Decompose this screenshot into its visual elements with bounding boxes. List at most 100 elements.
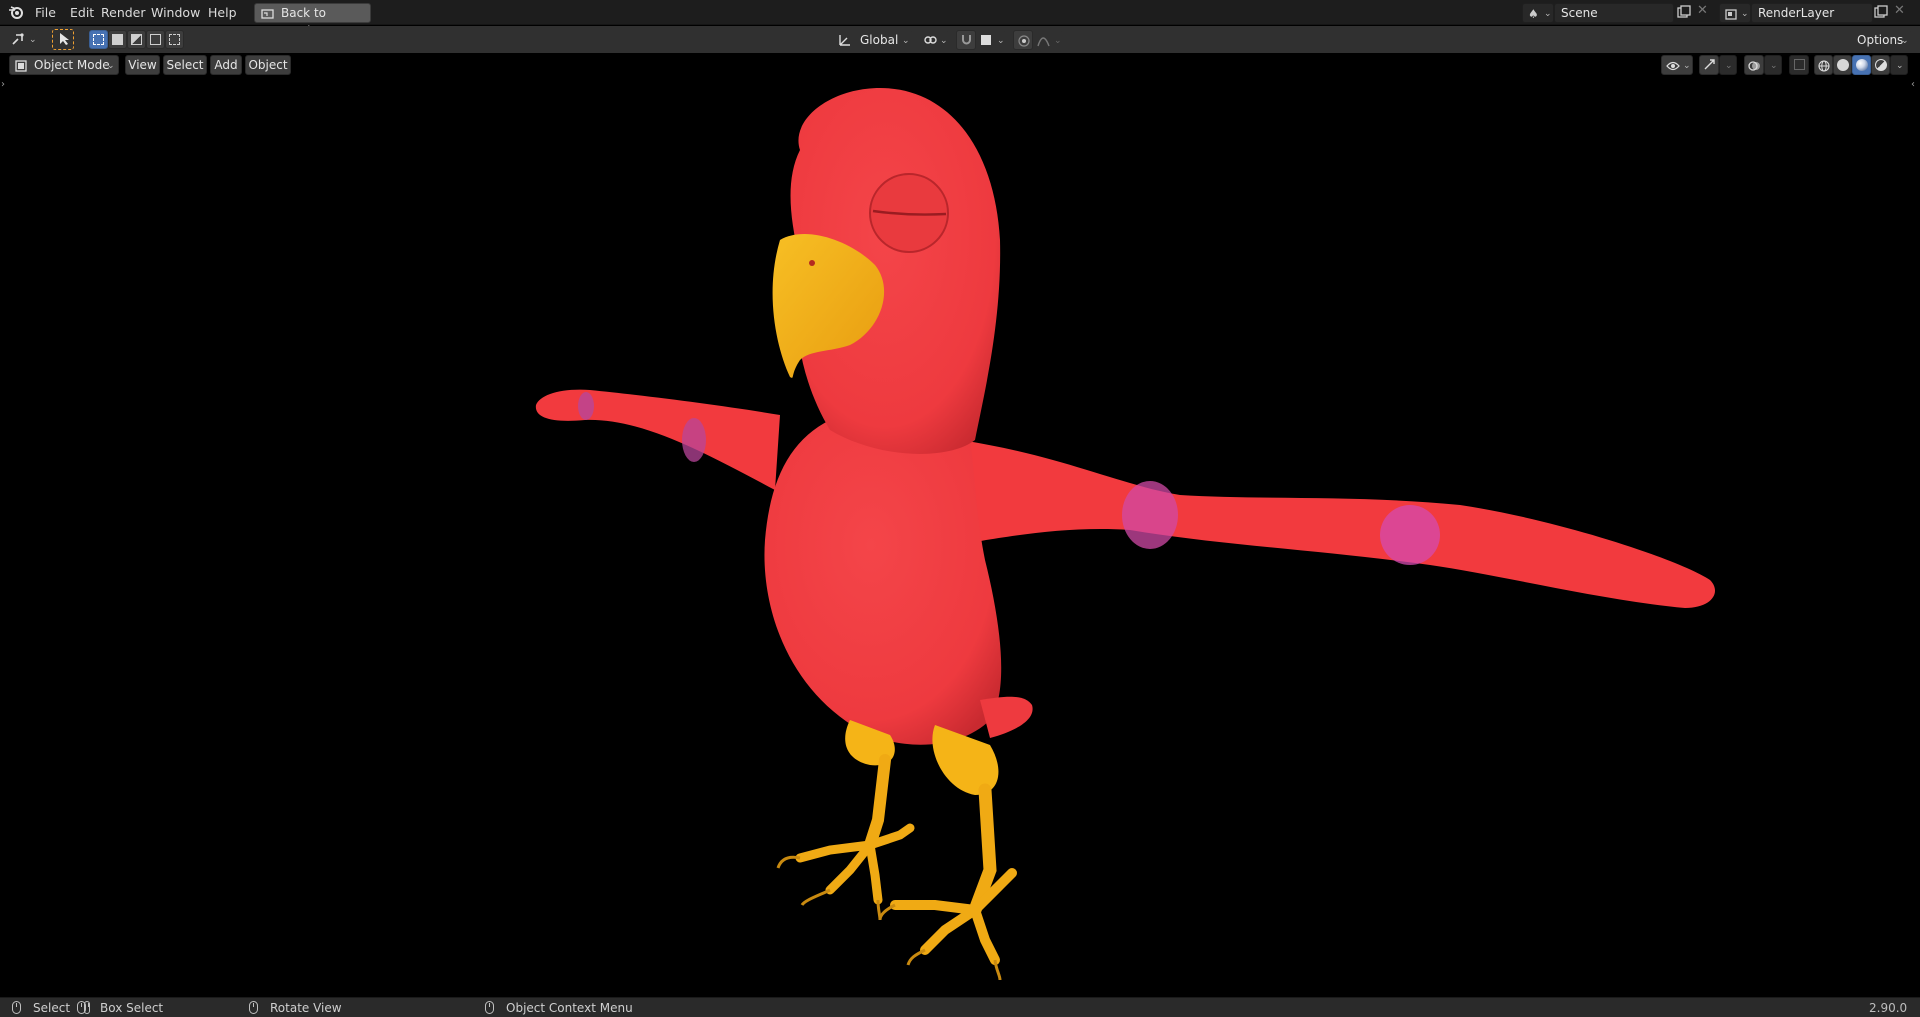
nostril	[809, 260, 815, 266]
shading-solid-button[interactable]	[1833, 55, 1852, 75]
visibility-dropdown[interactable]: ⌄	[1661, 55, 1693, 75]
pivot-point-dropdown[interactable]: ⌄	[919, 30, 949, 50]
menu-help[interactable]: Help	[205, 4, 240, 21]
gizmo-icon	[1703, 58, 1716, 76]
proportional-editing-icon	[1018, 34, 1030, 52]
transform-orientation-dropdown[interactable]: Global ⌄	[855, 30, 913, 50]
menu-select[interactable]: Select	[163, 55, 207, 75]
xray-icon	[1794, 59, 1805, 70]
select-mode-subtract-button[interactable]	[127, 30, 146, 49]
menu-file[interactable]: File	[32, 4, 59, 21]
select-mode-invert-button[interactable]	[146, 30, 165, 49]
menu-add[interactable]: Add	[210, 55, 242, 75]
snap-target-dropdown[interactable]: ⌄	[976, 30, 1006, 50]
status-box-select-hint: Box Select	[100, 1001, 164, 1015]
menu-object[interactable]: Object	[245, 55, 291, 75]
parrot-body	[764, 411, 1002, 745]
overlays-toggle-button[interactable]	[1744, 55, 1764, 75]
back-to-previous-button[interactable]: Back to Previous	[254, 3, 371, 38]
scene-name-field[interactable]: Scene	[1554, 3, 1674, 23]
snap-increment-icon	[981, 35, 991, 45]
right-wing-stripe-outer	[1380, 505, 1440, 565]
render-layer-field[interactable]: RenderLayer	[1751, 3, 1873, 23]
editor-type-dropdown[interactable]: ⌄	[6, 29, 40, 49]
select-new-icon	[93, 34, 104, 45]
right-wing-stripe-inner	[1122, 481, 1178, 549]
select-mode-new-button[interactable]	[89, 30, 108, 49]
scene-type-dropdown[interactable]: ♠ ⌄	[1522, 3, 1554, 23]
delete-scene-icon[interactable]: ✕	[1697, 3, 1708, 18]
left-toolbar-expand-icon[interactable]: ›	[1, 79, 5, 90]
scene-name-label: Scene	[1561, 6, 1598, 20]
3d-viewport[interactable]: › ‹	[0, 53, 1920, 997]
left-leg	[864, 754, 891, 851]
shading-rendered-button[interactable]	[1871, 55, 1890, 75]
menu-view[interactable]: View	[125, 55, 160, 75]
screen-icon	[261, 7, 274, 25]
pivot-point-icon	[923, 33, 937, 52]
object-mode-icon	[15, 59, 27, 77]
left-wing	[535, 389, 780, 490]
blender-logo-icon[interactable]	[8, 4, 24, 24]
xray-toggle-button[interactable]	[1789, 55, 1809, 75]
top-bar: File Edit Render Window Help Back to Pre…	[0, 0, 1920, 38]
left-wing-stripe-tip	[578, 392, 594, 420]
new-layer-icon[interactable]	[1874, 5, 1888, 23]
select-mode-extend-button[interactable]	[108, 30, 127, 49]
object-mode-label: Object Mode	[34, 58, 110, 72]
options-label: Options	[1857, 33, 1904, 47]
menu-add-label: Add	[214, 58, 238, 72]
select-invert-icon	[150, 34, 161, 45]
right-wing	[955, 440, 1716, 608]
menu-render[interactable]: Render	[98, 4, 149, 21]
render-layer-icon	[1725, 7, 1737, 25]
scene-icon: ♠	[1528, 7, 1539, 21]
select-mode-intersect-button[interactable]	[165, 30, 184, 49]
proportional-falloff-dropdown[interactable]: ⌄	[1033, 30, 1063, 50]
cursor-arrow-icon	[58, 32, 70, 51]
wireframe-icon	[1818, 59, 1830, 77]
material-sphere-icon	[1856, 59, 1868, 71]
shading-wireframe-button[interactable]	[1814, 55, 1833, 75]
left-foot	[795, 823, 915, 905]
select-extend-icon	[112, 34, 123, 45]
editor-type-icon	[11, 32, 25, 51]
gizmo-dropdown[interactable]: ⌄	[1719, 55, 1737, 75]
viewport-header: Object Mode ⌄ View Select Add Object ⌄ ⌄…	[0, 53, 1920, 75]
right-mouse-icon	[485, 1001, 494, 1014]
new-scene-icon[interactable]	[1677, 5, 1691, 23]
render-layer-label: RenderLayer	[1758, 6, 1835, 20]
menu-window[interactable]: Window	[148, 4, 203, 21]
menu-view-label: View	[128, 58, 157, 72]
middle-mouse-icon	[249, 1001, 258, 1014]
view-layer-type-dropdown[interactable]: ⌄	[1719, 3, 1751, 23]
left-mouse-icon	[12, 1001, 21, 1014]
snap-toggle-button[interactable]	[956, 30, 976, 50]
status-select-hint: Select	[33, 1001, 71, 1015]
status-rotate-view-hint: Rotate View	[270, 1001, 342, 1015]
status-context-menu-hint: Object Context Menu	[506, 1001, 633, 1015]
transform-orientation-label: Global	[860, 33, 899, 47]
proportional-editing-button[interactable]	[1013, 30, 1033, 50]
parrot-model[interactable]	[0, 53, 1920, 997]
select-tool-button[interactable]	[52, 29, 74, 50]
overlays-icon	[1748, 59, 1761, 77]
right-foot	[890, 868, 1017, 965]
shading-options-dropdown[interactable]: ⌄	[1890, 55, 1908, 75]
object-mode-dropdown[interactable]: Object Mode ⌄	[9, 55, 119, 75]
rendered-sphere-icon	[1875, 59, 1887, 71]
magnet-icon	[960, 33, 973, 51]
overlays-dropdown[interactable]: ⌄	[1764, 55, 1782, 75]
transform-orientation-icon	[838, 32, 853, 51]
solid-sphere-icon	[1837, 59, 1849, 71]
menu-select-label: Select	[166, 58, 204, 72]
shading-material-button[interactable]	[1852, 55, 1871, 75]
eye-icon	[1666, 59, 1680, 77]
right-sidebar-expand-icon[interactable]: ‹	[1911, 79, 1915, 90]
select-intersect-icon	[169, 34, 180, 45]
menu-edit[interactable]: Edit	[67, 4, 97, 21]
gizmo-toggle-button[interactable]	[1699, 55, 1719, 75]
options-dropdown[interactable]: Options ⌄	[1850, 30, 1912, 50]
menu-object-label: Object	[248, 58, 288, 72]
delete-layer-icon[interactable]: ✕	[1894, 3, 1905, 18]
